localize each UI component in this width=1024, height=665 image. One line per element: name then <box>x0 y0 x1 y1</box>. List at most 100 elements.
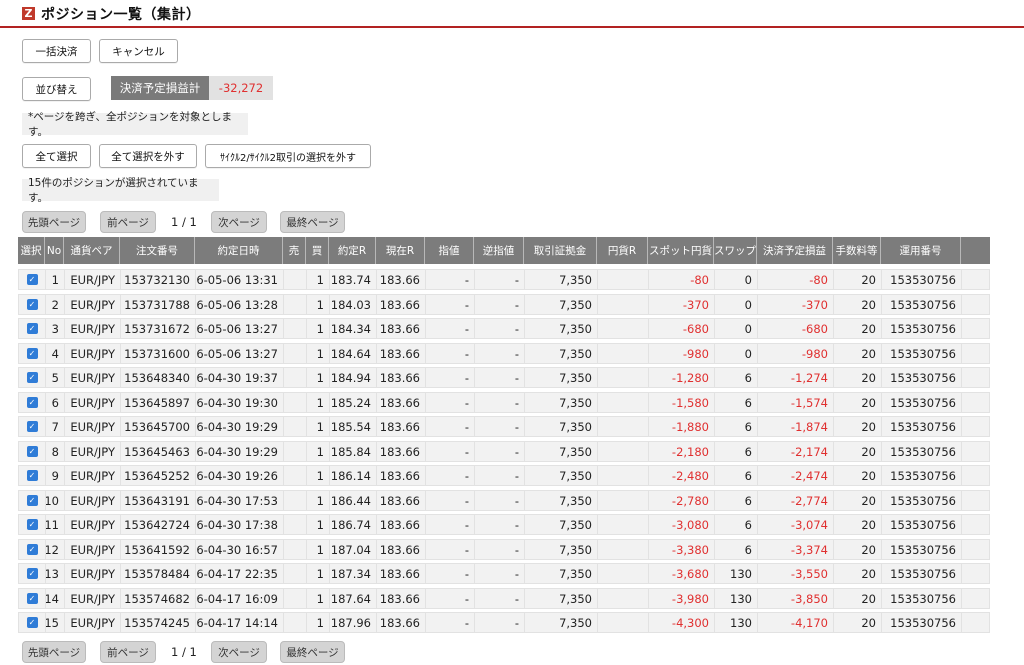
table-row[interactable]: ✓ 11EUR/JPY15364272426-04-30 17:38 1186.74… <box>18 514 990 535</box>
checkbox-checked-icon[interactable]: ✓ <box>26 421 38 432</box>
cell-order: 153645463 <box>121 442 196 461</box>
cell-buy: 1 <box>307 344 330 363</box>
row-select-cell[interactable]: ✓ <box>19 295 46 314</box>
cell-pair: EUR/JPY <box>65 417 121 436</box>
cell-fee: 20 <box>834 613 882 632</box>
cell-no: 2 <box>46 295 65 314</box>
table-row[interactable]: ✓ 15EUR/JPY15357424526-04-17 14:14 1187.96… <box>18 612 990 633</box>
last-page-button-bottom[interactable]: 最終ページ <box>280 641 345 663</box>
cell-pnl: -4,170 <box>758 613 834 632</box>
row-select-cell[interactable]: ✓ <box>19 613 46 632</box>
cell-spot: -1,580 <box>649 393 715 412</box>
prev-page-button-bottom[interactable]: 前ページ <box>100 641 156 663</box>
table-row[interactable]: ✓ 7 EUR/JPY 153645700 26-04-30 19:29 1 185.54 1… <box>18 416 990 437</box>
cell-datetime: 26-05-06 13:31 <box>196 270 284 289</box>
checkbox-checked-icon[interactable]: ✓ <box>26 495 38 506</box>
deselect-all-button[interactable]: 全て選択を外す <box>99 144 197 168</box>
table-row[interactable]: ✓ 3 EUR/JPY 153731672 26-05-06 13:27 1 184.34 1… <box>18 318 990 339</box>
checkbox-checked-icon[interactable]: ✓ <box>26 274 38 285</box>
table-row[interactable]: ✓ 13EUR/JPY15357848426-04-17 22:35 1187.34… <box>18 563 990 584</box>
cell-order: 153641592 <box>121 540 196 559</box>
row-select-cell[interactable]: ✓ <box>19 319 46 338</box>
table-row[interactable]: ✓ 8 EUR/JPY 153645463 26-04-30 19:29 1 185.84 1… <box>18 441 990 462</box>
cell-no: 7 <box>46 417 65 436</box>
cell-pair: EUR/JPY <box>65 564 121 583</box>
first-page-button-bottom[interactable]: 先頭ページ <box>22 641 86 663</box>
checkbox-checked-icon[interactable]: ✓ <box>26 544 38 555</box>
table-row[interactable]: ✓ 4 EUR/JPY 153731600 26-05-06 13:27 1 184.64 1… <box>18 343 990 364</box>
checkbox-checked-icon[interactable]: ✓ <box>26 446 38 457</box>
row-select-cell[interactable]: ✓ <box>19 417 46 436</box>
cell-rate: 184.34 <box>330 319 377 338</box>
cell-pair: EUR/JPY <box>65 319 121 338</box>
row-select-cell[interactable]: ✓ <box>19 344 46 363</box>
row-select-cell[interactable]: ✓ <box>19 442 46 461</box>
cell-jpy-rate <box>598 564 649 583</box>
cell-swap: 6 <box>715 393 758 412</box>
checkbox-checked-icon[interactable]: ✓ <box>26 299 38 310</box>
checkbox-checked-icon[interactable]: ✓ <box>26 372 38 383</box>
checkbox-checked-icon[interactable]: ✓ <box>26 470 38 481</box>
checkbox-checked-icon[interactable]: ✓ <box>26 348 38 359</box>
next-page-button-top[interactable]: 次ページ <box>211 211 267 233</box>
cell-ops: 153530756 <box>882 442 962 461</box>
cell-pnl: -80 <box>758 270 834 289</box>
row-select-cell[interactable]: ✓ <box>19 466 46 485</box>
column-header-pair: 通貨ペア <box>64 237 120 264</box>
cell-margin: 7,350 <box>525 466 598 485</box>
row-select-cell[interactable]: ✓ <box>19 589 46 608</box>
table-row[interactable]: ✓ 10EUR/JPY15364319126-04-30 17:53 1186.44… <box>18 490 990 511</box>
row-select-cell[interactable]: ✓ <box>19 270 46 289</box>
last-page-button-top[interactable]: 最終ページ <box>280 211 345 233</box>
cell-ops: 153530756 <box>882 319 962 338</box>
cancel-button[interactable]: キャンセル <box>99 39 178 63</box>
table-row[interactable]: ✓ 5 EUR/JPY 153648340 26-04-30 19:37 1 184.94 1… <box>18 367 990 388</box>
bulk-settle-button[interactable]: 一括決済 <box>22 39 91 63</box>
row-select-cell[interactable]: ✓ <box>19 368 46 387</box>
cell-order: 153643191 <box>121 491 196 510</box>
cell-swap: 6 <box>715 417 758 436</box>
checkbox-checked-icon[interactable]: ✓ <box>26 323 38 334</box>
table-row[interactable]: ✓ 14EUR/JPY15357468226-04-17 16:09 1187.64… <box>18 588 990 609</box>
cell-stop: - <box>475 344 525 363</box>
scope-note: *ページを跨ぎ、全ポジションを対象とします。 <box>22 111 248 138</box>
cell-buy: 1 <box>307 417 330 436</box>
table-row[interactable]: ✓ 6 EUR/JPY 153645897 26-04-30 19:30 1 185.24 1… <box>18 392 990 413</box>
sort-button[interactable]: 並び替え <box>22 77 91 101</box>
cell-rate: 187.96 <box>330 613 377 632</box>
column-header-rate: 約定R <box>329 237 376 264</box>
prev-page-button-top[interactable]: 前ページ <box>100 211 156 233</box>
row-select-cell[interactable]: ✓ <box>19 393 46 412</box>
cell-fee: 20 <box>834 417 882 436</box>
next-page-button-bottom[interactable]: 次ページ <box>211 641 267 663</box>
checkbox-checked-icon[interactable]: ✓ <box>26 519 38 530</box>
row-select-cell[interactable]: ✓ <box>19 564 46 583</box>
cell-no: 9 <box>46 466 65 485</box>
table-row[interactable]: ✓ 9 EUR/JPY 153645252 26-04-30 19:26 1 186.14 1… <box>18 465 990 486</box>
row-select-cell[interactable]: ✓ <box>19 540 46 559</box>
cell-rate: 187.64 <box>330 589 377 608</box>
cell-fee: 20 <box>834 270 882 289</box>
table-row[interactable]: ✓ 1 EUR/JPY 153732130 26-05-06 13:31 1 183.74 1… <box>18 269 990 290</box>
cell-ops: 153530756 <box>882 393 962 412</box>
first-page-button-top[interactable]: 先頭ページ <box>22 211 86 233</box>
table-row[interactable]: ✓ 2 EUR/JPY 153731788 26-05-06 13:28 1 184.03 1… <box>18 294 990 315</box>
cell-stop: - <box>475 393 525 412</box>
deselect-cycle-button[interactable]: ｻｲｸﾙ2/ｻｲｸﾙ2取引の選択を外す <box>205 144 371 168</box>
checkbox-checked-icon[interactable]: ✓ <box>26 568 38 579</box>
checkbox-checked-icon[interactable]: ✓ <box>26 617 38 628</box>
cell-rate: 184.64 <box>330 344 377 363</box>
cell-ops: 153530756 <box>882 417 962 436</box>
select-all-button[interactable]: 全て選択 <box>22 144 91 168</box>
checkbox-checked-icon[interactable]: ✓ <box>26 397 38 408</box>
cell-fee: 20 <box>834 589 882 608</box>
cell-spot: -980 <box>649 344 715 363</box>
cell-swap: 0 <box>715 319 758 338</box>
row-select-cell[interactable]: ✓ <box>19 515 46 534</box>
cell-stop: - <box>475 466 525 485</box>
checkbox-checked-icon[interactable]: ✓ <box>26 593 38 604</box>
row-select-cell[interactable]: ✓ <box>19 491 46 510</box>
cell-current: 183.66 <box>377 540 426 559</box>
cell-spot: -80 <box>649 270 715 289</box>
table-row[interactable]: ✓ 12EUR/JPY15364159226-04-30 16:57 1187.04… <box>18 539 990 560</box>
